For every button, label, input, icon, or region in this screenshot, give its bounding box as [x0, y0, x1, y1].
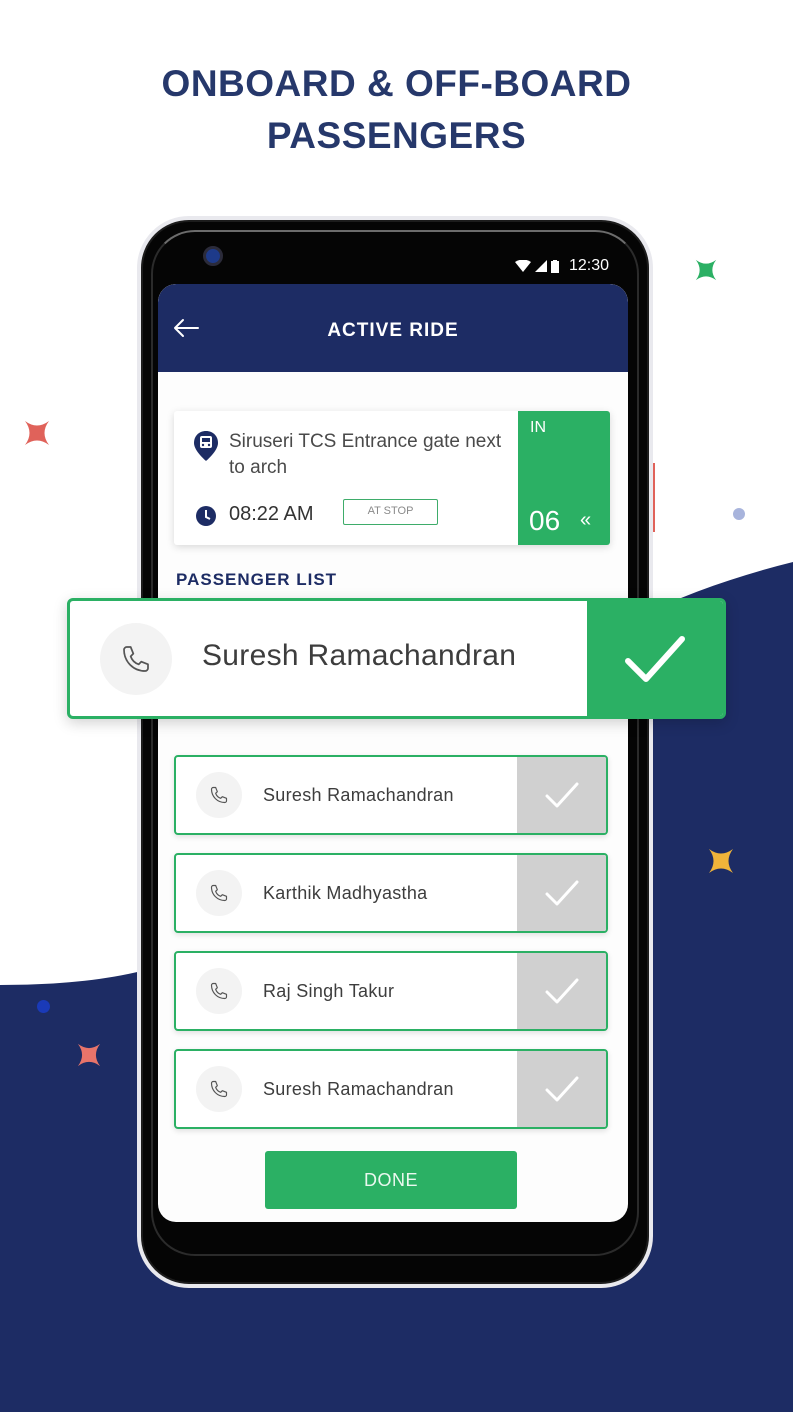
decorative-star-coral — [77, 1043, 101, 1067]
stop-card: Siruseri TCS Entrance gate next to arch … — [174, 411, 610, 545]
wifi-icon — [514, 260, 531, 272]
phone-icon — [210, 1080, 228, 1098]
clock-icon — [196, 506, 216, 526]
status-bar: 12:30 — [514, 257, 609, 275]
highlighted-passenger-row: Suresh Ramachandran — [67, 598, 726, 719]
phone-icon — [123, 646, 149, 672]
call-button[interactable] — [196, 1066, 242, 1112]
app-bar: ACTIVE RIDE — [158, 284, 628, 372]
stop-name: Siruseri TCS Entrance gate next to arch — [229, 431, 502, 478]
call-button[interactable] — [196, 772, 242, 818]
board-check-button[interactable] — [517, 1051, 606, 1127]
checkmark-icon — [545, 1076, 578, 1102]
passenger-name: Suresh Ramachandran — [202, 639, 517, 672]
phone-icon — [210, 884, 228, 902]
headline: ONBOARD & OFF-BOARD PASSENGERS — [0, 58, 793, 162]
checkmark-icon — [545, 978, 578, 1004]
checkmark-icon — [545, 782, 578, 808]
checkmark-icon — [545, 880, 578, 906]
passenger-row: Raj Singh Takur — [174, 951, 608, 1031]
direction-label: IN — [530, 419, 546, 436]
board-check-button[interactable] — [517, 855, 606, 931]
passenger-name: Suresh Ramachandran — [263, 785, 454, 805]
passenger-row: Karthik Madhyastha — [174, 853, 608, 933]
call-button[interactable] — [196, 870, 242, 916]
signal-icon — [534, 260, 547, 272]
status-badge: AT STOP — [343, 499, 438, 525]
passenger-row: Suresh Ramachandran — [174, 755, 608, 835]
board-check-button[interactable] — [587, 601, 723, 716]
phone-mockup: 12:30 ACTIVE RIDE Siruseri TCS Entrance … — [137, 216, 653, 1288]
phone-icon — [210, 982, 228, 1000]
call-button[interactable] — [100, 623, 172, 695]
boarding-count-panel[interactable]: IN 06 « — [518, 411, 610, 545]
front-camera — [203, 246, 223, 266]
page-title: ACTIVE RIDE — [327, 320, 459, 341]
board-check-button[interactable] — [517, 757, 606, 833]
passenger-list-title: PASSENGER LIST — [176, 570, 338, 589]
double-chevron-left-icon[interactable]: « — [580, 509, 591, 532]
board-check-button[interactable] — [517, 953, 606, 1029]
decorative-dot-lavender — [733, 508, 745, 520]
phone-icon — [210, 786, 228, 804]
decorative-dot-blue — [37, 1000, 50, 1013]
decorative-star-yellow — [709, 849, 733, 873]
call-button[interactable] — [196, 968, 242, 1014]
app-screen: ACTIVE RIDE Siruseri TCS Entrance gate n… — [158, 284, 628, 1222]
passenger-name: Karthik Madhyastha — [263, 883, 428, 903]
checkmark-icon — [625, 635, 685, 682]
headline-line-1: ONBOARD & OFF-BOARD — [161, 63, 632, 104]
passenger-row: Suresh Ramachandran — [174, 1049, 608, 1129]
status-time: 12:30 — [568, 257, 609, 274]
passenger-name: Raj Singh Takur — [263, 981, 395, 1001]
decorative-star-green — [695, 259, 717, 281]
battery-icon — [550, 259, 559, 273]
decorative-star-red — [25, 421, 49, 445]
headline-line-2: PASSENGERS — [266, 115, 527, 156]
done-button[interactable]: DONE — [265, 1151, 517, 1209]
bus-pin-icon — [194, 431, 218, 461]
passenger-count: 06 — [529, 505, 561, 536]
stop-time: 08:22 AM — [229, 503, 314, 525]
passenger-name: Suresh Ramachandran — [263, 1079, 454, 1099]
